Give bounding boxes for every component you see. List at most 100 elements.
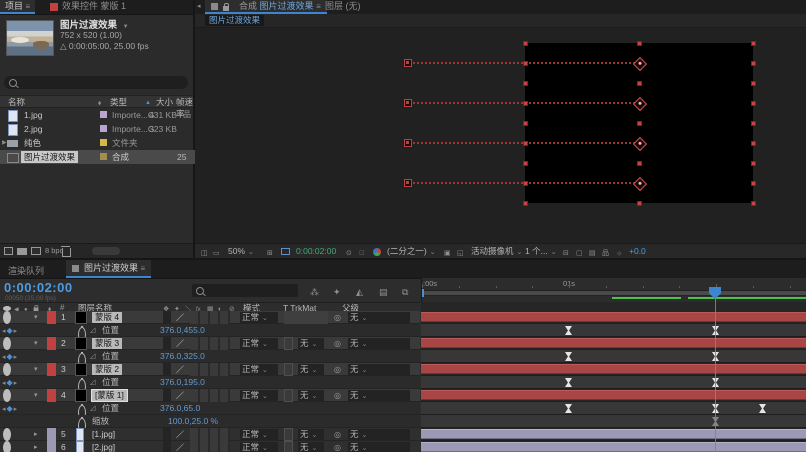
eye-icon[interactable] <box>3 428 11 441</box>
property-label[interactable]: 缩放 <box>92 415 109 428</box>
keyframe-icon[interactable] <box>565 378 572 387</box>
expand-arrow-icon[interactable]: ▾ <box>34 389 38 402</box>
graph-toggle-icon[interactable]: ◿ <box>90 350 95 363</box>
layer-duration-bar[interactable] <box>421 442 806 452</box>
quality-switch-icon[interactable]: ／ <box>176 428 184 441</box>
parent-pickwhip-icon[interactable]: ◎ <box>334 311 341 324</box>
layer-track[interactable] <box>421 311 806 324</box>
property-value[interactable]: 376.0,195.0 <box>160 376 205 389</box>
eye-icon[interactable] <box>3 389 11 402</box>
shy-switch[interactable] <box>163 389 171 402</box>
parent-pickwhip-icon[interactable]: ◎ <box>334 428 341 441</box>
blend-mode-dropdown[interactable]: 正常 ⌄ <box>240 390 278 401</box>
property-track[interactable] <box>421 350 806 363</box>
keyframe-icon[interactable] <box>759 404 767 413</box>
layer-name[interactable]: [蒙版 1] <box>92 390 127 401</box>
eye-icon[interactable] <box>3 311 11 324</box>
expand-arrow-icon[interactable]: ▾ <box>34 311 38 324</box>
layer-row-header[interactable]: ▾ 2 蒙版 3 ／ 正常 ⌄ 无 ⌄ ◎ 无 ⌄ <box>0 337 420 350</box>
parent-pickwhip-icon[interactable]: ◎ <box>334 363 341 376</box>
label-color-swatch[interactable] <box>47 363 56 376</box>
blend-mode-dropdown[interactable]: 正常 ⌄ <box>240 364 278 375</box>
parent-dropdown[interactable]: 无 ⌄ <box>348 364 410 375</box>
parent-dropdown[interactable]: 无 ⌄ <box>348 312 410 323</box>
trkmat-toggle[interactable] <box>284 441 293 452</box>
blend-mode-dropdown[interactable]: 正常 ⌄ <box>240 312 278 323</box>
keyframe-navigator[interactable]: ◂◆▸ <box>2 402 18 415</box>
graph-toggle-icon[interactable]: ◿ <box>90 324 95 337</box>
property-value[interactable]: 376.0,455.0 <box>160 324 205 337</box>
layer-row-header[interactable]: ▾ 4 [蒙版 1] ／ 正常 ⌄ 无 ⌄ ◎ 无 ⌄ <box>0 389 420 402</box>
shy-switch[interactable] <box>163 337 171 350</box>
trkmat-toggle[interactable] <box>284 363 293 376</box>
quality-switch-icon[interactable]: ／ <box>176 311 184 324</box>
keyframe-navigator[interactable]: ◂◆▸ <box>2 324 18 337</box>
property-value[interactable]: 376.0,65.0 <box>160 402 200 415</box>
label-color-swatch[interactable] <box>47 337 56 350</box>
layer-name[interactable]: 蒙版 4 <box>92 312 123 323</box>
keyframe-icon[interactable] <box>712 417 719 426</box>
property-label[interactable]: 位置 <box>102 402 119 415</box>
keyframe-icon[interactable] <box>712 352 719 361</box>
layer-name[interactable]: [1.jpg] <box>92 428 115 441</box>
blend-mode-dropdown[interactable]: 正常 ⌄ <box>240 429 278 440</box>
eye-icon[interactable] <box>3 337 11 350</box>
property-row-header[interactable]: 缩放 100.0,25.0 % <box>0 415 420 433</box>
eye-icon[interactable] <box>3 441 11 452</box>
keyframe-icon[interactable] <box>712 326 719 335</box>
parent-dropdown[interactable]: 无 ⌄ <box>348 338 410 349</box>
parent-dropdown[interactable]: 无 ⌄ <box>348 442 410 452</box>
keyframe-navigator[interactable]: ◂◆▸ <box>2 376 18 389</box>
expand-arrow-icon[interactable]: ▾ <box>34 363 38 376</box>
property-label[interactable]: 位置 <box>102 350 119 363</box>
graph-toggle-icon[interactable]: ◿ <box>90 402 95 415</box>
switches-group[interactable] <box>190 311 230 324</box>
layer-name[interactable]: 蒙版 3 <box>92 338 123 349</box>
shy-switch[interactable] <box>163 311 171 324</box>
property-track[interactable] <box>421 324 806 337</box>
property-row-header[interactable]: ◂◆▸ ◿ 位置 376.0,195.0 <box>0 376 420 394</box>
layer-row-header[interactable]: ▾ 3 蒙版 2 ／ 正常 ⌄ 无 ⌄ ◎ 无 ⌄ <box>0 363 420 376</box>
property-track[interactable] <box>421 402 806 415</box>
trkmat-dropdown[interactable]: 无 ⌄ <box>298 338 324 349</box>
layer-name[interactable]: [2.jpg] <box>92 441 115 452</box>
expand-arrow-icon[interactable]: ▸ <box>34 428 38 441</box>
trkmat-dropdown[interactable]: 无 ⌄ <box>298 429 324 440</box>
switches-group[interactable] <box>190 389 230 402</box>
expand-arrow-icon[interactable]: ▸ <box>34 441 38 452</box>
property-value[interactable]: 376.0,325.0 <box>160 350 205 363</box>
quality-switch-icon[interactable]: ／ <box>176 363 184 376</box>
property-label[interactable]: 位置 <box>102 376 119 389</box>
quality-switch-icon[interactable]: ／ <box>176 441 184 452</box>
quality-switch-icon[interactable]: ／ <box>176 389 184 402</box>
parent-pickwhip-icon[interactable]: ◎ <box>334 389 341 402</box>
keyframe-navigator[interactable]: ◂◆▸ <box>2 350 18 363</box>
label-color-swatch[interactable] <box>47 389 56 402</box>
layer-row-header[interactable]: ▸ 6 [2.jpg] ／ 正常 ⌄ 无 ⌄ ◎ 无 ⌄ <box>0 441 420 452</box>
label-color-swatch[interactable] <box>47 441 56 452</box>
layer-name[interactable]: 蒙版 2 <box>92 364 123 375</box>
switches-group[interactable] <box>190 363 230 376</box>
shy-switch[interactable] <box>163 441 171 452</box>
layer-track[interactable] <box>421 363 806 376</box>
layer-duration-bar[interactable] <box>421 390 806 400</box>
keyframe-icon[interactable] <box>565 352 572 361</box>
blend-mode-dropdown[interactable]: 正常 ⌄ <box>240 442 278 452</box>
parent-dropdown[interactable]: 无 ⌄ <box>348 429 410 440</box>
property-row-header[interactable]: ◂◆▸ ◿ 位置 376.0,455.0 <box>0 324 420 342</box>
layer-track[interactable] <box>421 428 806 441</box>
trkmat-dropdown[interactable]: 无 ⌄ <box>298 442 324 452</box>
layer-track[interactable] <box>421 441 806 452</box>
trkmat-dropdown[interactable]: 无 ⌄ <box>298 364 324 375</box>
switches-group[interactable] <box>190 428 230 441</box>
layer-row-header[interactable]: ▾ 1 蒙版 4 ／ 正常 ⌄ ◎ 无 ⌄ <box>0 311 420 324</box>
graph-toggle-icon[interactable]: ◿ <box>90 376 95 389</box>
expand-arrow-icon[interactable]: ▾ <box>34 337 38 350</box>
parent-pickwhip-icon[interactable]: ◎ <box>334 441 341 452</box>
label-color-swatch[interactable] <box>47 428 56 441</box>
trkmat-toggle[interactable] <box>284 389 293 402</box>
switches-group[interactable] <box>190 337 230 350</box>
parent-dropdown[interactable]: 无 ⌄ <box>348 390 410 401</box>
shy-switch[interactable] <box>163 363 171 376</box>
layer-row-header[interactable]: ▸ 5 [1.jpg] ／ 正常 ⌄ 无 ⌄ ◎ 无 ⌄ <box>0 428 420 441</box>
